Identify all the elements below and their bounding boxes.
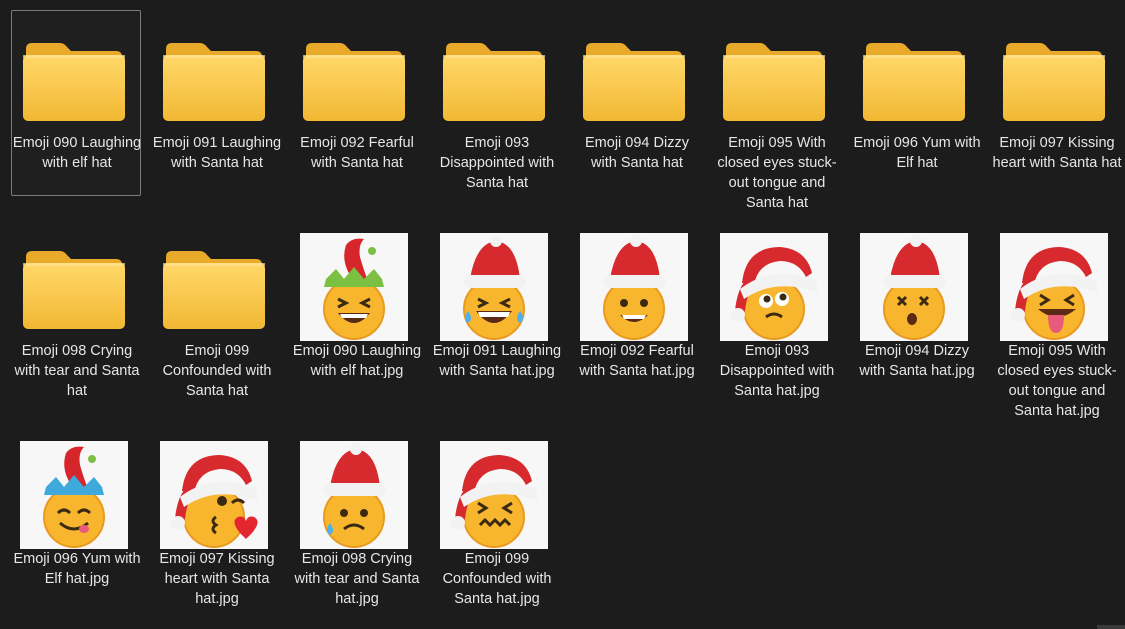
file-name-label: Emoji 097 Kissing heart with Santa hat [992,135,1122,171]
folder-item[interactable]: Emoji 095 With closed eyes stuck-out ton… [711,10,841,211]
image-file-item[interactable]: Emoji 099 Confounded with Santa hat.jpg [431,426,561,612]
image-thumbnail [720,233,828,341]
file-grid: Emoji 090 Laughing with elf hat Emoji 09… [0,0,1125,629]
file-name-label: Emoji 093 Disappointed with Santa hat.jp… [719,343,835,399]
folder-icon [163,43,265,121]
image-file-item[interactable]: Emoji 098 Crying with tear and Santa hat… [291,426,421,612]
image-thumbnail [440,233,548,341]
folder-icon-wrapper [160,25,268,133]
emoji-thumbnail-image [440,441,548,549]
file-name-label: Emoji 090 Laughing with elf hat [12,135,142,171]
file-name-label: Emoji 092 Fearful with Santa hat.jpg [579,343,695,379]
file-name-label: Emoji 091 Laughing with Santa hat.jpg [432,343,562,379]
emoji-thumbnail-image [1000,233,1108,341]
file-name-label: Emoji 099 Confounded with Santa hat.jpg [442,551,552,607]
folder-icon [163,251,265,329]
folder-icon-wrapper [160,233,268,341]
image-file-item[interactable]: Emoji 095 With closed eyes stuck-out ton… [991,218,1121,419]
emoji-thumbnail-image [720,233,828,341]
image-thumbnail [1000,233,1108,341]
image-thumbnail [300,233,408,341]
folder-icon [443,43,545,121]
emoji-thumbnail-image [160,441,268,549]
image-thumbnail [440,441,548,549]
file-name-label: Emoji 094 Dizzy with Santa hat [585,135,689,171]
folder-icon-wrapper [860,25,968,133]
folder-item[interactable]: Emoji 090 Laughing with elf hat [11,10,141,196]
folder-item[interactable]: Emoji 091 Laughing with Santa hat [151,10,281,196]
folder-icon-wrapper [440,25,548,133]
folder-icon-wrapper [300,25,408,133]
folder-item[interactable]: Emoji 097 Kissing heart with Santa hat [991,10,1121,196]
file-name-label: Emoji 095 With closed eyes stuck-out ton… [997,343,1117,419]
folder-icon [1003,43,1105,121]
file-name-label: Emoji 096 Yum with Elf hat.jpg [13,551,141,587]
image-file-item[interactable]: Emoji 091 Laughing with Santa hat.jpg [431,218,561,404]
emoji-thumbnail-image [860,233,968,341]
image-thumbnail [580,233,688,341]
image-thumbnail [20,441,128,549]
folder-icon-wrapper [720,25,828,133]
image-file-item[interactable]: Emoji 097 Kissing heart with Santa hat.j… [151,426,281,612]
folder-item[interactable]: Emoji 098 Crying with tear and Santa hat [11,218,141,404]
folder-icon-wrapper [20,25,128,133]
emoji-thumbnail-image [300,233,408,341]
folder-item[interactable]: Emoji 094 Dizzy with Santa hat [571,10,701,196]
folder-icon [303,43,405,121]
emoji-thumbnail-image [20,441,128,549]
image-file-item[interactable]: Emoji 090 Laughing with elf hat.jpg [291,218,421,404]
file-name-label: Emoji 095 With closed eyes stuck-out ton… [717,135,837,211]
file-name-label: Emoji 097 Kissing heart with Santa hat.j… [159,551,275,607]
folder-item[interactable]: Emoji 096 Yum with Elf hat [851,10,981,196]
image-file-item[interactable]: Emoji 094 Dizzy with Santa hat.jpg [851,218,981,404]
file-name-label: Emoji 094 Dizzy with Santa hat.jpg [859,343,975,379]
image-thumbnail [860,233,968,341]
emoji-thumbnail-image [580,233,688,341]
folder-icon [583,43,685,121]
folder-icon [23,43,125,121]
folder-icon-wrapper [580,25,688,133]
file-name-label: Emoji 092 Fearful with Santa hat [300,135,414,171]
image-thumbnail [160,441,268,549]
folder-item[interactable]: Emoji 099 Confounded with Santa hat [151,218,281,404]
folder-icon [23,251,125,329]
file-name-label: Emoji 099 Confounded with Santa hat [162,343,272,399]
file-name-label: Emoji 098 Crying with tear and Santa hat… [294,551,420,607]
image-file-item[interactable]: Emoji 092 Fearful with Santa hat.jpg [571,218,701,404]
file-name-label: Emoji 090 Laughing with elf hat.jpg [292,343,422,379]
emoji-thumbnail-image [300,441,408,549]
folder-icon-wrapper [20,233,128,341]
scrollbar-corner[interactable] [1097,625,1125,629]
folder-icon [723,43,825,121]
image-file-item[interactable]: Emoji 093 Disappointed with Santa hat.jp… [711,218,841,404]
folder-item[interactable]: Emoji 092 Fearful with Santa hat [291,10,421,196]
folder-icon-wrapper [1000,25,1108,133]
file-name-label: Emoji 093 Disappointed with Santa hat [439,135,555,191]
file-name-label: Emoji 091 Laughing with Santa hat [152,135,282,171]
image-file-item[interactable]: Emoji 096 Yum with Elf hat.jpg [11,426,141,612]
file-name-label: Emoji 098 Crying with tear and Santa hat [14,343,140,399]
emoji-thumbnail-image [440,233,548,341]
folder-item[interactable]: Emoji 093 Disappointed with Santa hat [431,10,561,196]
image-thumbnail [300,441,408,549]
file-name-label: Emoji 096 Yum with Elf hat [853,135,981,171]
folder-icon [863,43,965,121]
